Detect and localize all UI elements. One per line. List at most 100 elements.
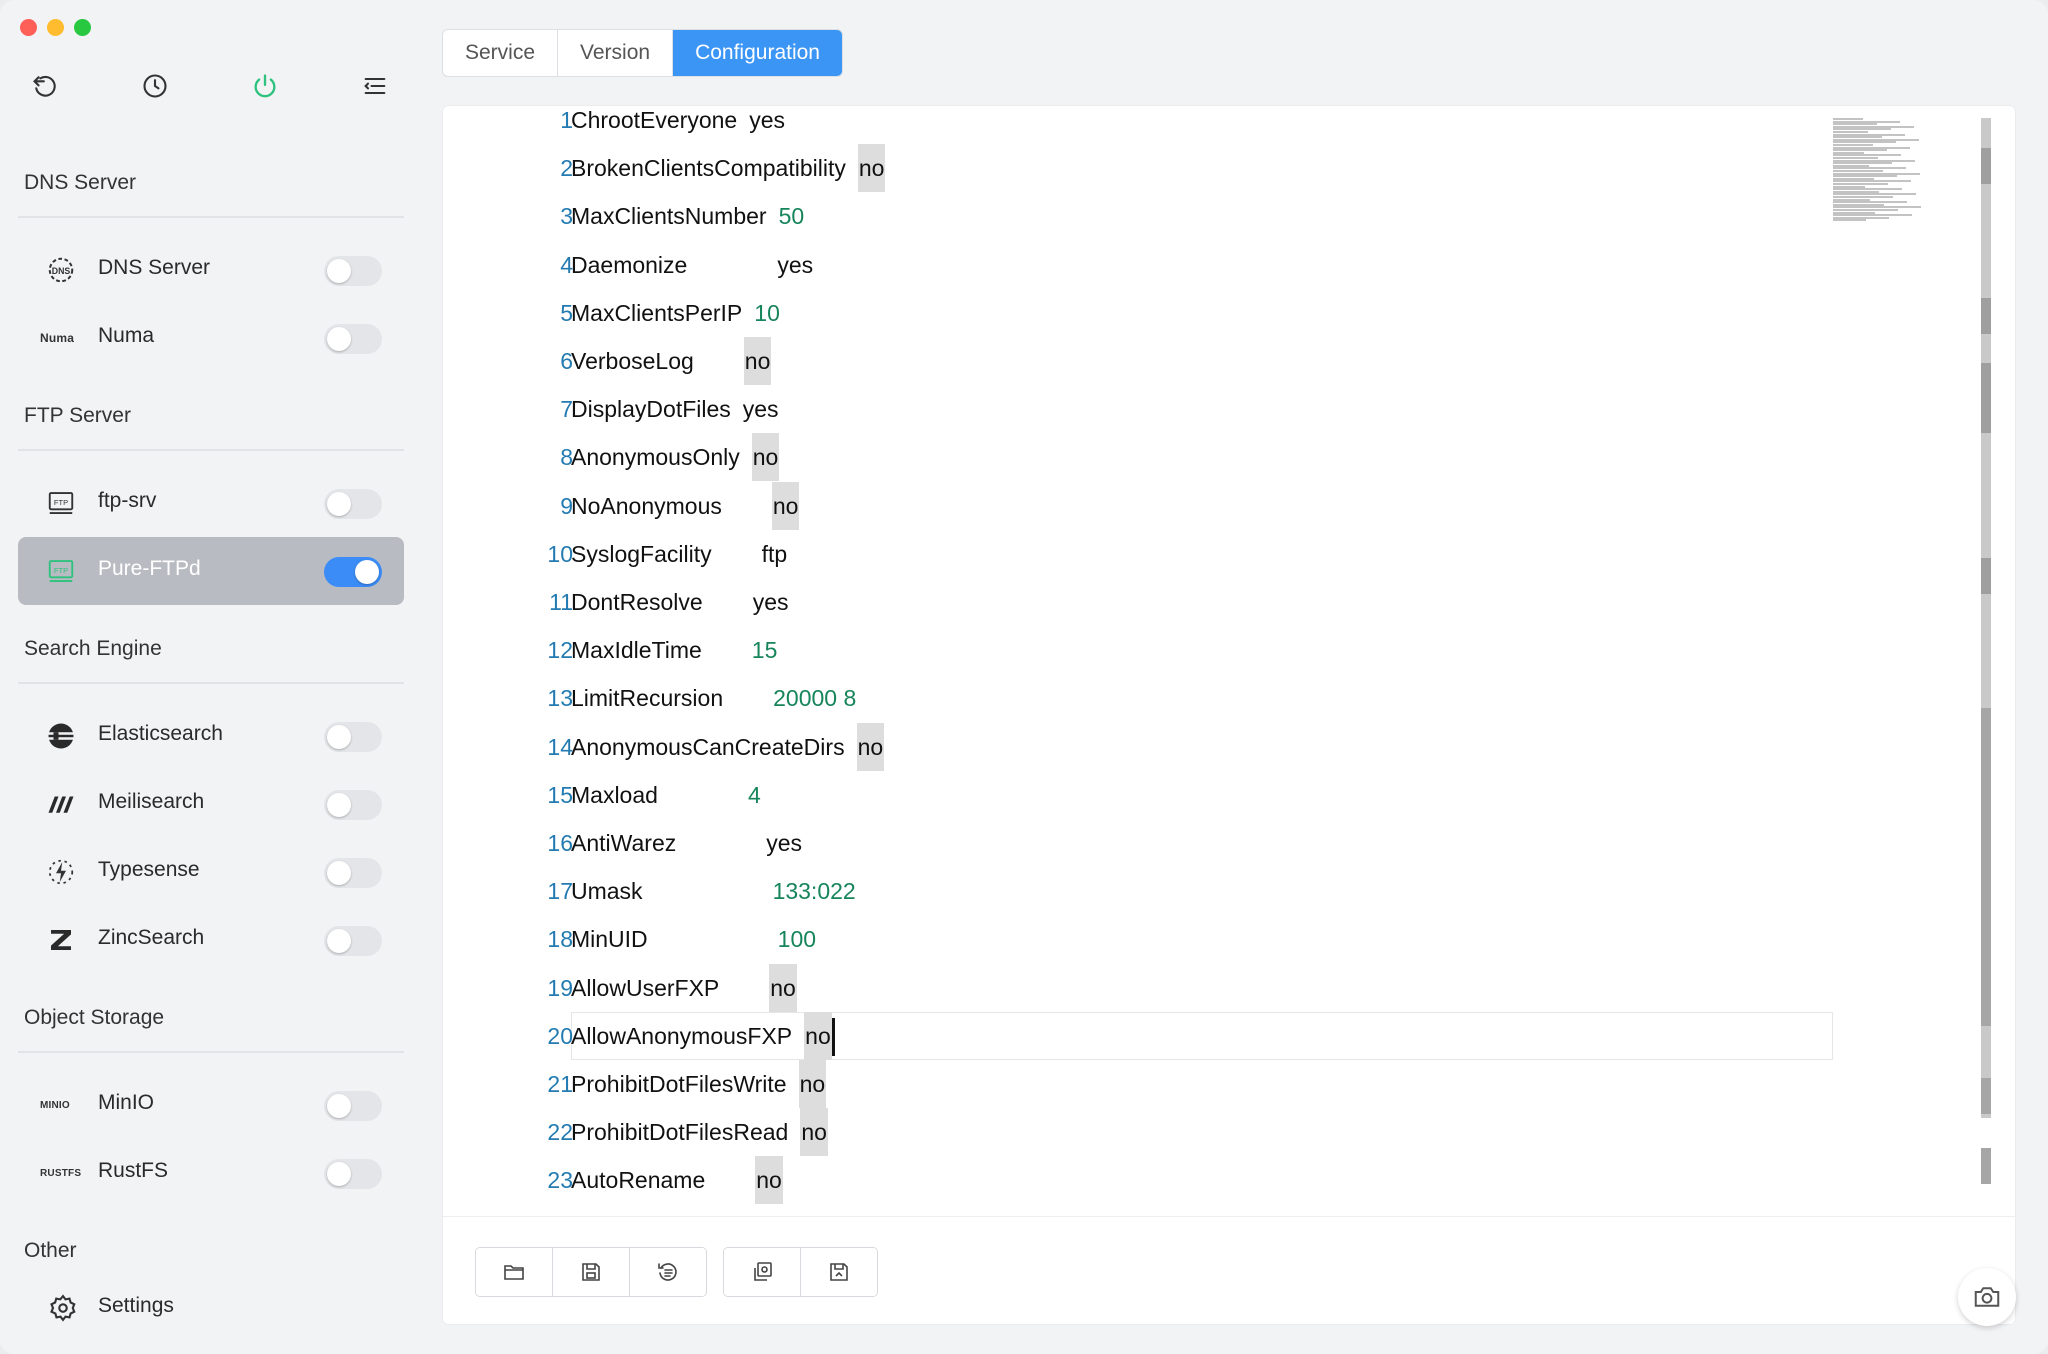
pure-ftpd-toggle[interactable] xyxy=(324,557,382,587)
code-line[interactable]: 6 VerboseLog no xyxy=(443,337,1843,385)
copy-icon[interactable] xyxy=(724,1248,801,1296)
config-key: Maxload xyxy=(571,781,658,808)
code-line[interactable]: 5 MaxClientsPerIP 10 xyxy=(443,289,1843,337)
tab-configuration[interactable]: Configuration xyxy=(673,30,842,76)
config-key: AllowUserFXP xyxy=(571,974,720,1001)
secondary-action-group xyxy=(723,1247,878,1297)
config-key: NoAnonymous xyxy=(571,492,722,519)
rustfs-toggle[interactable] xyxy=(324,1159,382,1189)
numa-toggle[interactable] xyxy=(324,324,382,354)
sidebar-item-settings[interactable]: Settings xyxy=(18,1274,404,1342)
sidebar-item-label: ZincSearch xyxy=(98,926,205,949)
menu-icon[interactable] xyxy=(355,66,395,106)
code-line[interactable]: 21 ProhibitDotFilesWrite no xyxy=(443,1060,1843,1108)
group-divider xyxy=(18,449,404,451)
config-value: ftp xyxy=(761,540,788,567)
sidebar-item-minio[interactable]: MINIO MinIO xyxy=(18,1071,404,1139)
line-number: 3 xyxy=(560,203,573,230)
back-icon[interactable] xyxy=(25,66,65,106)
config-value: no xyxy=(755,1156,783,1205)
code-area[interactable]: 1 ChrootEveryone yes 2 BrokenClientsCompatib… xyxy=(443,106,1983,1216)
sidebar-item-meilisearch[interactable]: Meilisearch xyxy=(18,770,404,838)
line-number: 12 xyxy=(547,637,573,664)
sidebar-item-label: Settings xyxy=(98,1294,174,1317)
sidebar-item-label: Meilisearch xyxy=(98,790,205,813)
line-number: 19 xyxy=(547,974,573,1001)
config-value: yes xyxy=(777,251,814,278)
minio-toggle[interactable] xyxy=(324,1091,382,1121)
tab-version[interactable]: Version xyxy=(558,30,674,76)
group-title-ftp: FTP Server xyxy=(24,404,131,427)
code-line[interactable]: 8 AnonymousOnly no xyxy=(443,433,1843,482)
zincsearch-toggle[interactable] xyxy=(324,926,382,956)
sidebar-item-dns-server[interactable]: DNS DNS Server xyxy=(18,236,404,304)
line-number: 20 xyxy=(547,1022,573,1049)
camera-icon[interactable] xyxy=(1958,1268,2016,1326)
svg-text:FTP: FTP xyxy=(54,566,68,575)
code-line[interactable]: 12 MaxIdleTime 15 xyxy=(443,626,1843,674)
minimap[interactable] xyxy=(1833,118,1983,228)
code-line[interactable]: 10 SyslogFacility ftp xyxy=(443,530,1843,578)
reset-icon[interactable] xyxy=(630,1248,706,1296)
code-line[interactable]: 17 Umask 133:022 xyxy=(443,867,1843,915)
text-caret xyxy=(831,1017,835,1056)
code-line[interactable]: 23 AutoRename no xyxy=(443,1156,1843,1205)
config-value: no xyxy=(751,433,780,482)
code-line[interactable]: 11 DontResolve yes xyxy=(443,578,1843,626)
code-line[interactable]: 15 Maxload 4 xyxy=(443,771,1843,819)
config-value: no xyxy=(800,1108,828,1157)
config-value: no xyxy=(771,481,800,530)
history-icon[interactable] xyxy=(135,66,175,106)
config-value: yes xyxy=(766,830,803,856)
elasticsearch-toggle[interactable] xyxy=(324,722,382,752)
code-line[interactable]: 18 MinUID 100 xyxy=(443,915,1843,963)
sidebar-item-typesense[interactable]: Typesense xyxy=(18,838,404,906)
sidebar-item-label: Numa xyxy=(98,324,155,347)
config-key: MinUID xyxy=(571,926,648,953)
line-number: 18 xyxy=(547,926,573,953)
power-icon[interactable] xyxy=(245,66,285,106)
config-key: AllowAnonymousFXP xyxy=(571,1022,793,1049)
sidebar-item-label: ftp-srv xyxy=(98,489,157,512)
code-line[interactable]: 2 BrokenClientsCompatibility no xyxy=(443,144,1843,193)
open-folder-icon[interactable] xyxy=(476,1248,553,1296)
code-line[interactable]: 9 NoAnonymous no xyxy=(443,481,1843,530)
code-line[interactable]: 4 Daemonize yes xyxy=(443,241,1843,289)
group-title-object-storage: Object Storage xyxy=(24,1006,165,1029)
config-value: no xyxy=(798,1060,827,1108)
config-value: yes xyxy=(742,396,779,423)
svg-text:FTP: FTP xyxy=(54,498,68,507)
typesense-toggle[interactable] xyxy=(324,858,382,888)
tab-service[interactable]: Service xyxy=(443,30,559,76)
line-number: 16 xyxy=(547,830,573,856)
config-key: AntiWarez xyxy=(571,830,677,856)
sidebar-item-label: Elasticsearch xyxy=(98,722,223,745)
config-value: 133:022 xyxy=(772,878,856,905)
code-line[interactable]: 1 ChrootEveryone yes xyxy=(443,106,1843,144)
dns-server-toggle[interactable] xyxy=(324,256,382,286)
code-line[interactable]: 3 MaxClientsNumber 50 xyxy=(443,192,1843,240)
sidebar-item-label: Pure-FTPd xyxy=(98,557,201,580)
code-line[interactable]: 7 DisplayDotFiles yes xyxy=(443,385,1843,433)
sidebar-item-ftp-srv[interactable]: FTP ftp-srv xyxy=(18,469,404,537)
sidebar-item-pure-ftpd[interactable]: FTP Pure-FTPd xyxy=(18,537,404,605)
sidebar-item-rustfs[interactable]: RUSTFS RustFS xyxy=(18,1139,404,1207)
sidebar-item-label: RustFS xyxy=(98,1159,169,1182)
vertical-scrollbar[interactable] xyxy=(1981,118,1993,1214)
meilisearch-toggle[interactable] xyxy=(324,790,382,820)
ftp-srv-toggle[interactable] xyxy=(324,489,382,519)
sidebar: DNS Server DNS DNS Server Numa Numa FTP … xyxy=(0,0,420,1354)
config-key: LimitRecursion xyxy=(571,685,724,712)
sidebar-item-zincsearch[interactable]: ZincSearch xyxy=(18,906,404,974)
code-line[interactable]: 13 LimitRecursion 20000 8 xyxy=(443,674,1843,722)
code-line[interactable]: 19 AllowUserFXP no xyxy=(443,963,1843,1012)
code-line[interactable]: 16 AntiWarez yes xyxy=(443,819,1843,867)
line-number: 5 xyxy=(560,299,573,326)
code-line[interactable]: 22 ProhibitDotFilesRead no xyxy=(443,1108,1843,1157)
sidebar-item-numa[interactable]: Numa Numa xyxy=(18,304,404,372)
save-as-icon[interactable] xyxy=(801,1248,877,1296)
code-line[interactable]: 14 AnonymousCanCreateDirs no xyxy=(443,722,1843,771)
save-icon[interactable] xyxy=(553,1248,630,1296)
code-line[interactable]: 20 AllowAnonymousFXP no xyxy=(443,1011,1843,1060)
sidebar-item-elasticsearch[interactable]: Elasticsearch xyxy=(18,702,404,770)
